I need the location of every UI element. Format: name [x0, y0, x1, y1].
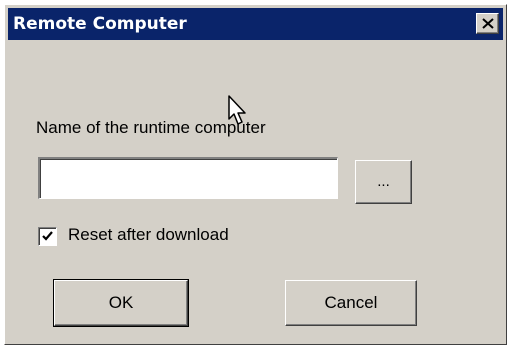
checkmark-icon	[42, 231, 53, 241]
close-button[interactable]	[476, 13, 499, 34]
dialog-title: Remote Computer	[13, 14, 187, 34]
reset-after-download-label: Reset after download	[68, 225, 229, 244]
ok-button[interactable]: OK	[53, 279, 189, 327]
remote-computer-dialog: Remote Computer Name of the runtime comp…	[4, 4, 507, 345]
runtime-computer-label: Name of the runtime computer	[36, 118, 266, 137]
browse-button[interactable]: ...	[355, 160, 412, 204]
runtime-computer-input[interactable]	[38, 157, 338, 199]
reset-after-download-checkbox[interactable]	[38, 227, 57, 246]
cancel-button[interactable]: Cancel	[285, 280, 417, 326]
close-icon	[482, 18, 494, 29]
title-bar[interactable]: Remote Computer	[8, 8, 503, 40]
